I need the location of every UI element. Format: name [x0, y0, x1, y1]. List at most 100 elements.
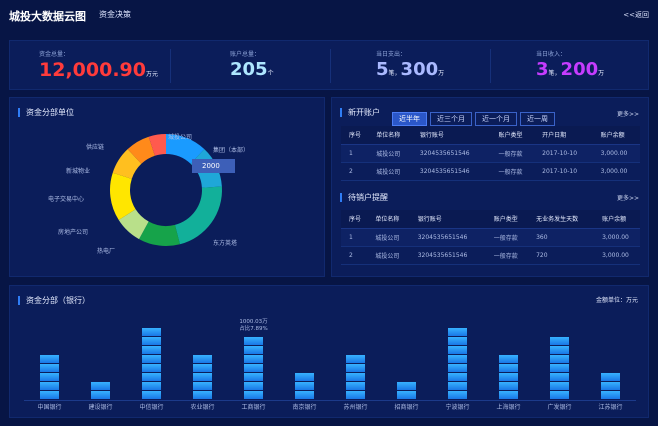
kpi-account-total: 账户总量： 205个 — [170, 41, 330, 91]
bar-segment — [244, 337, 263, 345]
bar-segment — [91, 391, 110, 399]
bar-segment — [40, 364, 59, 372]
bar-segment — [244, 382, 263, 390]
column-header: 开户日期 — [534, 126, 593, 145]
cell: 2017-10-10 — [534, 144, 593, 163]
bar-segment — [550, 391, 569, 399]
table-row[interactable]: 2 城投公司 3204535651546 一般存款 720 3,000.00 — [341, 246, 640, 265]
top-bar: 城投大数据云图 资金决策 <<返回 — [0, 0, 658, 30]
bar-segment — [550, 337, 569, 345]
bar-segment — [142, 355, 161, 363]
more-link[interactable]: 更多>> — [617, 109, 639, 118]
bar[interactable] — [244, 337, 263, 400]
cell: 1 — [341, 144, 369, 163]
donut-chart[interactable] — [10, 98, 326, 278]
bar-segment — [142, 337, 161, 345]
bar-segment — [397, 391, 416, 399]
page-subtitle[interactable]: 资金决策 — [99, 9, 131, 20]
bar-segment — [601, 373, 620, 381]
cell: 3204535651546 — [409, 228, 486, 247]
bar-category-label: 招商银行 — [394, 404, 419, 411]
bar-category-label: 工商银行 — [241, 404, 266, 411]
bar[interactable] — [397, 382, 416, 400]
pending-close-table: 序号 单位名称 银行账号 账户类型 无业务发生天数 账户余额 1 城投公司 32… — [341, 210, 640, 265]
bar[interactable] — [550, 337, 569, 400]
column-header: 序号 — [341, 126, 369, 145]
period-tabs: 近半年 近三个月 近一个月 近一周 — [392, 106, 558, 126]
bar-segment — [346, 355, 365, 363]
cell: 2 — [341, 246, 368, 265]
tab-one-week[interactable]: 近一周 — [520, 112, 555, 126]
pie-label: 房地产公司 — [58, 229, 89, 236]
bar[interactable] — [346, 355, 365, 400]
bar[interactable] — [295, 373, 314, 400]
table-row[interactable]: 2 城投公司 3204535651546 一般存款 2017-10-10 3,0… — [341, 162, 640, 181]
tab-half-year[interactable]: 近半年 — [392, 112, 427, 126]
kpi-daily-income: 当日收入： 3笔，200万 — [490, 41, 650, 91]
highlight-tooltip: 2000 — [192, 159, 235, 173]
kpi-total-funds: 资金总量： 12,000.90万元 — [10, 41, 170, 91]
kpi-panel: 资金总量： 12,000.90万元 账户总量： 205个 当日支出： 5笔，30… — [9, 40, 649, 90]
table-header: 序号 单位名称 银行账号 账户类型 无业务发生天数 账户余额 — [341, 210, 640, 229]
app-title: 城投大数据云图 — [9, 10, 86, 23]
bar-segment — [448, 373, 467, 381]
table-row[interactable]: 1 城投公司 3204535651546 一般存款 2017-10-10 3,0… — [341, 144, 640, 163]
bar-segment — [499, 364, 518, 372]
bar[interactable] — [448, 328, 467, 400]
bar[interactable] — [499, 355, 518, 400]
table-header: 序号 单位名称 银行账号 账户类型 开户日期 账户余额 — [341, 126, 640, 145]
bar-value-tooltip: 1000.03万 占比7.89% — [239, 319, 268, 332]
column-header: 序号 — [341, 210, 368, 229]
bar-segment — [193, 373, 212, 381]
bar-segment — [550, 382, 569, 390]
table-row[interactable]: 1 城投公司 3204535651546 一般存款 360 3,000.00 — [341, 228, 640, 247]
bar-segment — [295, 391, 314, 399]
kpi-value: 205个 — [230, 59, 274, 80]
bar-segment — [346, 364, 365, 372]
cell: 1 — [341, 228, 368, 247]
bar-segment — [550, 355, 569, 363]
kpi-label: 资金总量： — [39, 51, 70, 58]
bar-category-label: 上海银行 — [496, 404, 521, 411]
bar-category-label: 中信银行 — [139, 404, 164, 411]
tab-three-months[interactable]: 近三个月 — [430, 112, 472, 126]
bar[interactable] — [40, 355, 59, 400]
cell: 城投公司 — [368, 144, 412, 163]
bar[interactable] — [142, 328, 161, 400]
bar-segment — [295, 373, 314, 381]
bar-segment — [499, 382, 518, 390]
bar-segment — [142, 373, 161, 381]
column-header: 账户余额 — [592, 126, 640, 145]
pie-label: 东方英塔 — [213, 240, 238, 247]
bar[interactable] — [193, 355, 212, 400]
bar-segment — [295, 382, 314, 390]
back-link[interactable]: <<返回 — [623, 10, 649, 20]
kpi-label: 账户总量： — [230, 51, 261, 58]
bar-segment — [550, 346, 569, 354]
column-header: 账户类型 — [490, 126, 535, 145]
bar-category-label: 苏州银行 — [343, 404, 368, 411]
bar-segment — [448, 328, 467, 336]
tab-one-month[interactable]: 近一个月 — [475, 112, 517, 126]
bar-segment — [142, 364, 161, 372]
more-link[interactable]: 更多>> — [617, 193, 639, 202]
bar-segment — [244, 373, 263, 381]
cell: 3,000.00 — [592, 162, 640, 181]
column-header: 无业务发生天数 — [528, 210, 595, 229]
bar-segment — [448, 355, 467, 363]
bar-segment — [244, 391, 263, 399]
cell: 一般存款 — [485, 228, 529, 247]
bar[interactable] — [601, 373, 620, 400]
kpi-value: 12,000.90万元 — [39, 59, 158, 81]
bar[interactable] — [91, 382, 110, 400]
column-header: 单位名称 — [368, 126, 412, 145]
pie-label: 供应链 — [86, 144, 105, 151]
bar-segment — [448, 337, 467, 345]
pie-label: 新城物业 — [66, 168, 91, 175]
pie-label: 热电厂 — [97, 248, 116, 255]
cell: 2017-10-10 — [534, 162, 593, 181]
bar-segment — [244, 364, 263, 372]
column-header: 单位名称 — [367, 210, 410, 229]
bar-segment — [142, 382, 161, 390]
new-accounts-table: 序号 单位名称 银行账号 账户类型 开户日期 账户余额 1 城投公司 32045… — [341, 126, 640, 181]
